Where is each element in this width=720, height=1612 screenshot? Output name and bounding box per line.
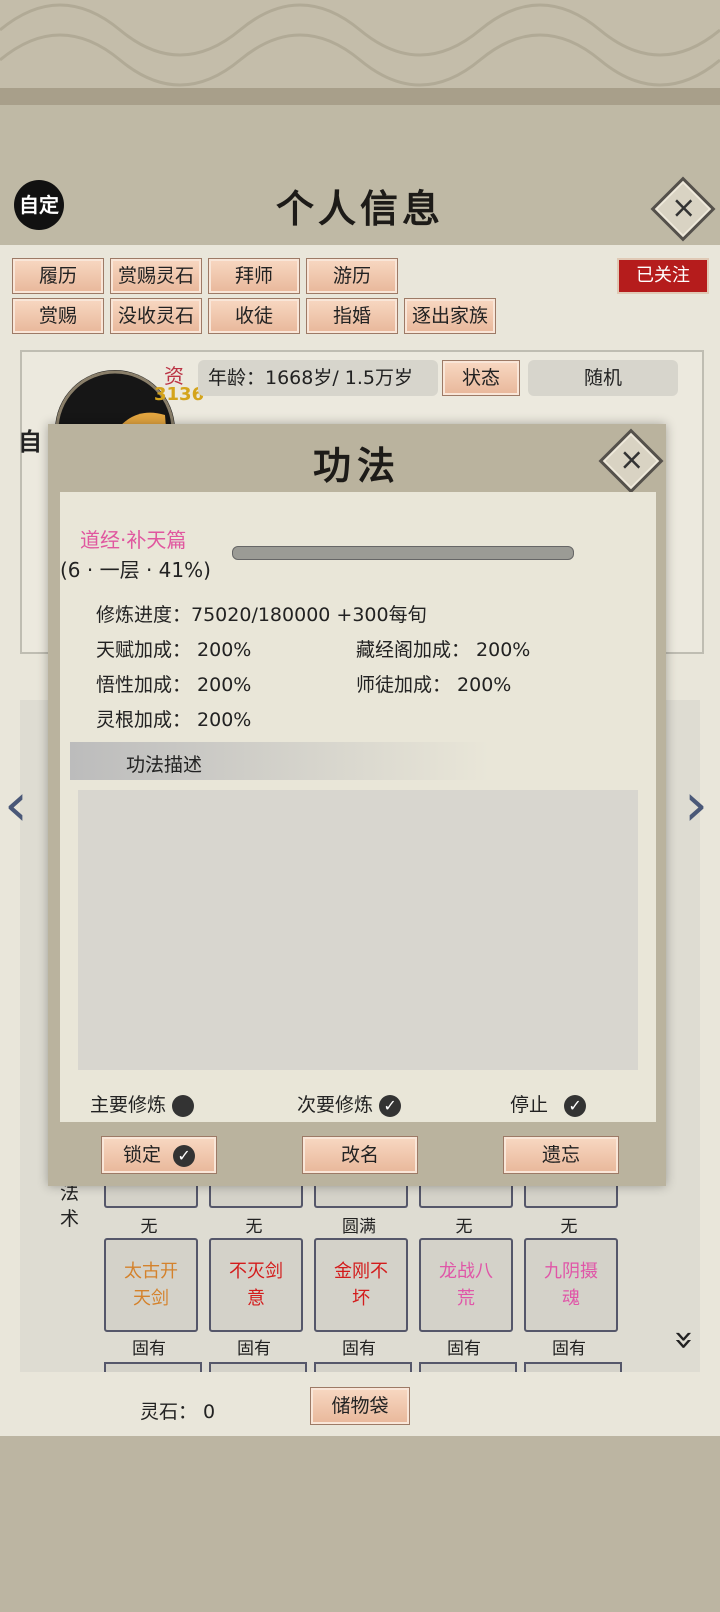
travel-button[interactable]: 游历	[306, 258, 398, 294]
skill-name-line1: 龙战八	[439, 1261, 493, 1282]
skill-name-line2: 荒	[457, 1288, 475, 1309]
secondary-training-option[interactable]: 次要修炼 ✓	[297, 1090, 402, 1117]
secondary-training-label: 次要修炼	[297, 1094, 374, 1116]
check-icon: ✓	[173, 1144, 196, 1167]
technique-name: 道经·补天篇	[80, 528, 187, 552]
skill-type-label: 固有	[342, 1339, 376, 1359]
technique-progress-bar	[232, 546, 574, 560]
insight-bonus: 悟性加成： 200%	[96, 674, 252, 696]
skill-state-label: 无	[560, 1217, 578, 1237]
skill-type-label: 固有	[447, 1339, 481, 1359]
status-button[interactable]: 状态	[442, 360, 520, 396]
main-training-label: 主要修炼	[90, 1094, 167, 1116]
storage-bag-button[interactable]: 储物袋	[310, 1387, 410, 1425]
top-decorative-band	[0, 0, 720, 105]
skill-slot-top	[314, 1184, 408, 1208]
skill-slot-top	[104, 1184, 198, 1208]
next-arrow-icon[interactable]: ›	[684, 770, 708, 840]
confiscate-stones-button[interactable]: 没收灵石	[110, 298, 202, 334]
skill-slot[interactable]: 九阴摄魂	[524, 1238, 618, 1332]
skill-name-line1: 九阴摄	[544, 1261, 598, 1282]
skill-slot-top	[524, 1184, 618, 1208]
apprentice-button[interactable]: 拜师	[208, 258, 300, 294]
mentor-bonus: 师徒加成： 200%	[356, 674, 512, 696]
skill-slot[interactable]: 龙战八荒	[419, 1238, 513, 1332]
skills-side-label-2: 术	[60, 1208, 80, 1230]
scroll-down-icon[interactable]: »	[664, 1330, 704, 1351]
take-disciple-button[interactable]: 收徒	[208, 298, 300, 334]
check-icon[interactable]: ✓	[379, 1094, 402, 1117]
description-box	[78, 790, 638, 1070]
technique-level: (6 · 一层 · 41%)	[60, 558, 211, 582]
arrange-marriage-button[interactable]: 指婚	[306, 298, 398, 334]
skill-slot-top	[419, 1184, 513, 1208]
skill-name-line2: 魂	[562, 1288, 580, 1309]
skill-state-label: 圆满	[342, 1217, 376, 1237]
followed-badge[interactable]: 已关注	[617, 258, 709, 294]
custom-button[interactable]: 自定	[14, 180, 64, 230]
skill-name-line1: 不灭剑	[229, 1261, 283, 1282]
prev-arrow-icon[interactable]: ‹	[4, 770, 28, 840]
talent-bonus: 天赋加成： 200%	[96, 639, 252, 661]
check-icon[interactable]: ✓	[564, 1094, 587, 1117]
lock-label: 锁定	[122, 1144, 161, 1166]
technique-progress-fill	[233, 547, 373, 559]
spirit-stones-label: 灵石： 0	[140, 1401, 216, 1423]
skill-type-label: 固有	[552, 1339, 586, 1359]
skill-name-line2: 意	[247, 1288, 265, 1309]
root-bonus: 灵根加成： 200%	[96, 709, 252, 731]
skill-state-label: 无	[245, 1217, 263, 1237]
expel-button[interactable]: 逐出家族	[404, 298, 496, 334]
history-button[interactable]: 履历	[12, 258, 104, 294]
close-icon: ×	[619, 442, 645, 478]
stop-option[interactable]: 停止 ✓	[510, 1090, 587, 1117]
skill-name-line1: 金刚不	[334, 1261, 388, 1282]
dialog-title: 功法	[312, 443, 401, 488]
training-progress: 修炼进度：75020/180000 +300每旬	[96, 604, 427, 626]
random-button[interactable]: 随机	[528, 360, 678, 396]
skill-slot[interactable]: 金刚不坏	[314, 1238, 408, 1332]
skill-type-label: 固有	[132, 1339, 166, 1359]
description-header: 功法描述	[126, 754, 203, 776]
aptitude-value: 3136	[154, 384, 205, 405]
skill-state-label: 无	[140, 1217, 158, 1237]
skill-slot[interactable]: 不灭剑意	[209, 1238, 303, 1332]
forget-button[interactable]: 遗忘	[503, 1136, 619, 1174]
side-char: 自	[18, 428, 42, 456]
reward-stones-button[interactable]: 赏赐灵石	[110, 258, 202, 294]
age-field: 年龄：1668岁/ 1.5万岁	[198, 360, 438, 396]
reward-button[interactable]: 赏赐	[12, 298, 104, 334]
skill-name-line2: 坏	[352, 1288, 370, 1309]
library-bonus: 藏经阁加成： 200%	[356, 639, 531, 661]
stop-label: 停止	[510, 1094, 549, 1116]
skill-name-line2: 天剑	[133, 1288, 169, 1309]
rename-button[interactable]: 改名	[302, 1136, 418, 1174]
skill-type-label: 固有	[237, 1339, 271, 1359]
main-training-option[interactable]: 主要修炼	[90, 1090, 195, 1117]
page-title: 个人信息	[275, 186, 444, 231]
lock-button[interactable]: 锁定 ✓	[101, 1136, 217, 1174]
skill-slot[interactable]: 太古开 天剑	[104, 1238, 198, 1332]
main-training-radio-icon[interactable]	[172, 1094, 195, 1117]
skill-slot-top	[209, 1184, 303, 1208]
skill-name-line1: 太古开	[124, 1261, 178, 1282]
skill-state-label: 无	[455, 1217, 473, 1237]
close-icon: ×	[671, 190, 697, 226]
